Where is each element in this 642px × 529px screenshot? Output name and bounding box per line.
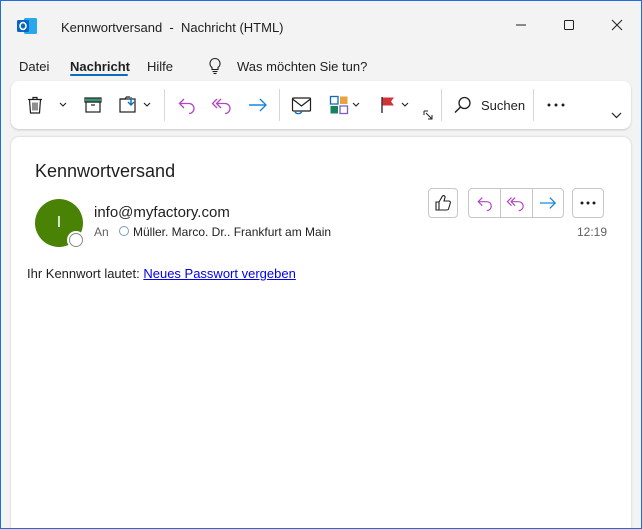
menu-nachricht[interactable]: Nachricht: [70, 59, 130, 74]
message-body: Ihr Kennwort lautet: Neues Passwort verg…: [27, 266, 296, 281]
ribbon-divider: [279, 89, 280, 121]
delete-dropdown[interactable]: [59, 93, 67, 117]
reply-all-button[interactable]: [211, 93, 233, 117]
response-button-group: [468, 188, 564, 218]
to-label: An: [94, 225, 109, 239]
delete-icon: [28, 96, 42, 114]
chevron-down-icon: [143, 102, 151, 107]
ribbon-toolbar: Suchen: [11, 81, 631, 129]
reply-button[interactable]: [177, 93, 197, 117]
close-icon: [611, 19, 623, 31]
chevron-down-icon: [611, 112, 622, 118]
more-commands-button[interactable]: [546, 93, 566, 117]
chevron-down-icon: [59, 102, 67, 107]
menu-hilfe[interactable]: Hilfe: [147, 59, 173, 74]
lightbulb-icon[interactable]: [207, 57, 223, 75]
search-label: Suchen: [481, 97, 526, 113]
delete-button[interactable]: [25, 93, 45, 117]
archive-icon: [84, 97, 102, 113]
reply-all-button[interactable]: [500, 189, 531, 217]
dialog-launcher-icon: [423, 110, 433, 120]
move-button[interactable]: [119, 93, 151, 117]
ribbon-divider: [164, 89, 165, 121]
move-icon: [119, 96, 136, 113]
tell-me-input[interactable]: Was möchten Sie tun?: [237, 59, 367, 74]
like-button[interactable]: [428, 188, 458, 218]
close-button[interactable]: [605, 13, 629, 37]
categorize-icon: [329, 95, 349, 115]
reply-button[interactable]: [469, 189, 500, 217]
categorize-button[interactable]: [329, 93, 360, 117]
more-icon: [580, 201, 596, 205]
forward-icon: [539, 197, 556, 209]
flag-button[interactable]: [379, 93, 409, 117]
maximize-button[interactable]: [557, 13, 581, 37]
dialog-launcher-button[interactable]: [423, 109, 433, 121]
title-bar: Kennwortversand - Nachricht (HTML): [1, 1, 641, 51]
maximize-icon: [564, 20, 574, 30]
reading-pane: Kennwortversand I info@myfactory.com An …: [11, 137, 631, 528]
read-unread-button[interactable]: [291, 93, 313, 117]
avatar-initial: I: [56, 214, 62, 231]
ribbon-divider: [441, 89, 442, 121]
window-title: Kennwortversand - Nachricht (HTML): [61, 20, 284, 35]
recipient-name[interactable]: Müller. Marco. Dr.. Frankfurt am Main: [133, 225, 331, 239]
forward-button[interactable]: [247, 93, 269, 117]
search-icon: [454, 96, 471, 113]
chevron-down-icon: [352, 102, 360, 107]
received-time: 12:19: [577, 225, 608, 239]
reply-icon: [477, 197, 492, 212]
thumbs-up-icon: [435, 195, 451, 211]
sender-address[interactable]: info@myfactory.com: [94, 204, 230, 221]
body-text: Ihr Kennwort lautet:: [27, 266, 144, 281]
chevron-down-icon: [401, 102, 409, 107]
search-button[interactable]: Suchen: [453, 93, 525, 117]
more-actions-button[interactable]: [572, 188, 604, 218]
message-window: Kennwortversand - Nachricht (HTML) Datei…: [0, 0, 642, 529]
minimize-button[interactable]: [509, 13, 533, 37]
recipient-presence-icon: [119, 226, 129, 236]
ribbon-expand-button[interactable]: [611, 103, 622, 127]
forward-button[interactable]: [531, 189, 563, 217]
reply-all-icon: [211, 98, 231, 115]
reply-icon: [178, 98, 195, 115]
menu-datei[interactable]: Datei: [19, 59, 49, 74]
minimize-icon: [516, 24, 526, 26]
reset-password-link[interactable]: Neues Passwort vergeben: [143, 266, 295, 281]
message-subject: Kennwortversand: [35, 161, 176, 181]
flag-icon: [381, 97, 394, 113]
archive-button[interactable]: [83, 93, 103, 117]
reply-all-icon: [507, 197, 525, 212]
forward-icon: [249, 98, 267, 112]
presence-status-icon: [69, 233, 83, 247]
more-icon: [547, 103, 565, 107]
ribbon-divider: [533, 89, 534, 121]
outlook-icon: [17, 18, 37, 34]
active-tab-indicator: [70, 74, 128, 76]
read-unread-icon: [291, 97, 312, 115]
